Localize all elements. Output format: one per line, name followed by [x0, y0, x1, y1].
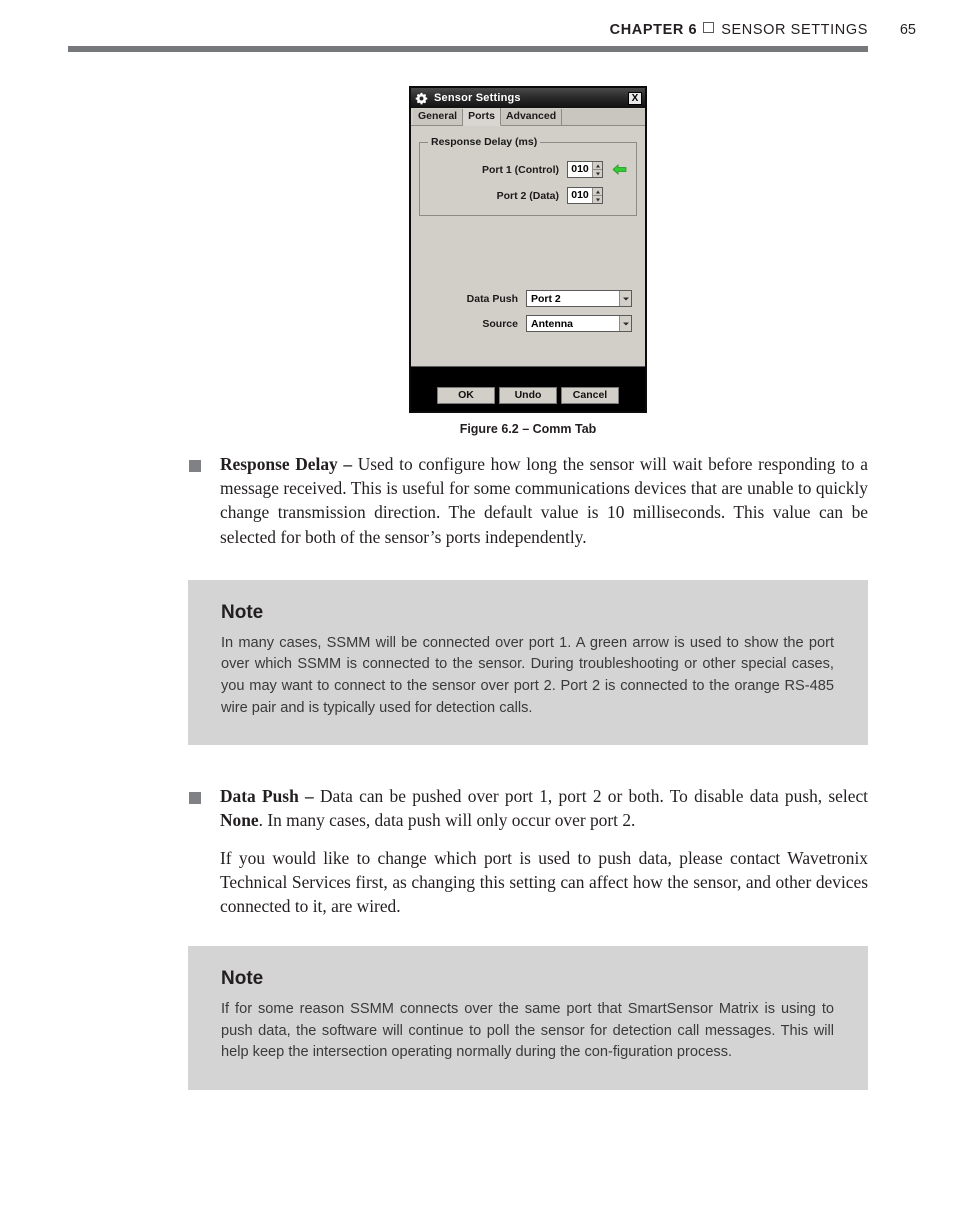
gear-icon — [415, 92, 428, 104]
data-push-row: Data Push Port 2 — [419, 290, 637, 307]
header-rule-divider — [68, 46, 868, 52]
figure-caption: Figure 6.2 – Comm Tab — [459, 422, 597, 436]
response-delay-legend: Response Delay (ms) — [428, 136, 541, 148]
ok-button[interactable]: OK — [437, 387, 495, 404]
undo-button[interactable]: Undo — [499, 387, 557, 404]
dialog-button-row: OK Undo Cancel — [411, 387, 645, 404]
dialog-tabstrip: General Ports Advanced — [411, 108, 645, 126]
bullet-data-push: Data Push – Data can be pushed over port… — [0, 784, 954, 918]
page-header: CHAPTER 6 SENSOR SETTINGS 65 — [0, 22, 954, 48]
port1-delay-stepper[interactable]: 010 — [567, 161, 603, 178]
chevron-down-icon[interactable] — [619, 291, 631, 306]
dialog-title: Sensor Settings — [434, 92, 521, 104]
data-push-body-before: Data can be pushed over port 1, port 2 o… — [320, 786, 868, 807]
data-push-body-after: . In many cases, data push will only occ… — [258, 810, 636, 831]
sensor-settings-dialog: Sensor Settings X General Ports Advanced… — [409, 86, 647, 413]
note-box-one: Note In many cases, SSMM will be connect… — [188, 579, 868, 746]
header-running-title: CHAPTER 6 SENSOR SETTINGS — [610, 22, 868, 38]
port2-row: Port 2 (Data) 010 — [420, 187, 638, 204]
dialog-titlebar[interactable]: Sensor Settings X — [411, 88, 645, 108]
chevron-down-icon[interactable] — [619, 316, 631, 331]
source-value: Antenna — [531, 317, 573, 330]
close-icon[interactable]: X — [628, 91, 642, 105]
chevron-down-icon[interactable] — [593, 196, 602, 203]
source-label: Source — [482, 317, 518, 330]
data-push-label: Data Push — [466, 292, 518, 305]
data-push-paragraph: Data Push – Data can be pushed over port… — [220, 784, 868, 832]
tabstrip-filler — [562, 109, 645, 125]
source-row: Source Antenna — [419, 315, 637, 332]
bullet-response-delay: Response Delay – Used to configure how l… — [0, 452, 954, 549]
data-push-paragraph-two: If you would like to change which port i… — [220, 847, 868, 916]
dialog-footer: OK Undo Cancel — [411, 366, 645, 411]
cancel-button[interactable]: Cancel — [561, 387, 619, 404]
page-content: Response Delay – Used to configure how l… — [0, 452, 954, 1090]
figure-6-2: Sensor Settings X General Ports Advanced… — [409, 86, 647, 436]
response-delay-paragraph: Response Delay – Used to configure how l… — [220, 452, 868, 549]
port2-stepper-arrows[interactable] — [592, 188, 602, 203]
port1-stepper-arrows[interactable] — [592, 162, 602, 177]
tab-ports[interactable]: Ports — [463, 108, 501, 126]
data-push-value: Port 2 — [531, 292, 561, 305]
port1-label: Port 1 (Control) — [482, 163, 559, 176]
data-push-select[interactable]: Port 2 — [526, 290, 632, 307]
tab-advanced[interactable]: Advanced — [500, 109, 563, 125]
note-box-two: Note If for some reason SSMM connects ov… — [188, 946, 868, 1090]
chevron-up-icon[interactable] — [593, 188, 602, 196]
green-arrow-left-icon — [612, 164, 627, 175]
note-two-title: Note — [221, 968, 264, 990]
header-section-title: SENSOR SETTINGS — [721, 22, 868, 38]
port2-label: Port 2 (Data) — [496, 189, 559, 202]
tab-general[interactable]: General — [413, 109, 464, 125]
note-two-text: If for some reason SSMM connects over th… — [221, 1001, 834, 1061]
square-glyph-icon — [703, 22, 715, 33]
bullet-square-icon — [189, 460, 201, 472]
dialog-body-ports: Response Delay (ms) Port 1 (Control) 010 — [411, 126, 645, 366]
port1-delay-value: 010 — [571, 163, 589, 175]
port2-delay-stepper[interactable]: 010 — [567, 187, 603, 204]
note-one-title: Note — [221, 601, 264, 623]
bullet-square-icon — [189, 792, 201, 805]
response-delay-term: Response Delay – — [220, 454, 358, 474]
source-select[interactable]: Antenna — [526, 315, 632, 332]
chevron-down-icon[interactable] — [593, 170, 602, 177]
data-push-bold-word: None — [220, 810, 259, 831]
note-one-text: In many cases, SSMM will be connected ov… — [221, 634, 834, 716]
page-number: 65 — [899, 22, 916, 38]
response-delay-groupbox: Response Delay (ms) Port 1 (Control) 010 — [419, 136, 638, 216]
chevron-up-icon[interactable] — [593, 162, 602, 170]
data-push-term: Data Push – — [220, 786, 320, 807]
port1-row: Port 1 (Control) 010 — [420, 161, 638, 178]
header-chapter-label: CHAPTER 6 — [609, 22, 698, 38]
port2-delay-value: 010 — [571, 189, 589, 201]
